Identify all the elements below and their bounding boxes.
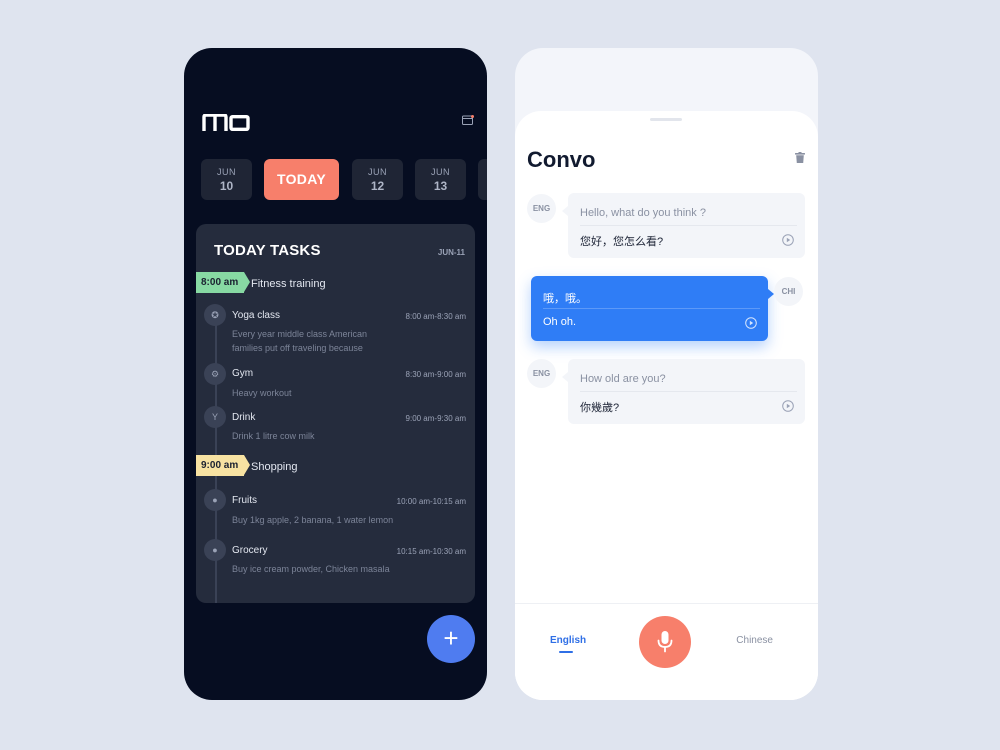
time-tag-8am: 8:00 am [196,272,251,293]
task-time: 10:00 am-10:15 am [396,497,466,506]
group-title-shopping: Shopping [251,461,298,473]
add-task-button[interactable]: + [427,615,475,663]
date-chip-jun-10[interactable]: JUN 10 [201,159,252,200]
message-translation-text: Oh oh. [543,316,577,328]
play-audio-icon[interactable] [782,400,794,412]
message-translation-text: 您好，您怎么看? [580,236,664,248]
message-bubble-incoming[interactable]: 哦，哦。 Oh oh. [531,276,774,341]
task-name[interactable]: Fruits [232,495,257,506]
date-selector: JUN 10 TODAY JUN 12 JUN 13 [201,159,487,201]
mo-logo [202,114,250,132]
task-desc: Heavy workout [232,388,292,398]
today-tasks-card: TODAY TASKS JUN-11 8:00 am Fitness train… [196,224,475,603]
task-time: 10:15 am-10:30 am [396,547,466,556]
message-bubble[interactable]: How old are you? 你幾歲? [562,359,805,424]
tab-english[interactable]: English [550,635,586,646]
yoga-icon: ✪ [204,304,226,326]
lang-badge-eng: ENG [527,359,556,388]
calendar-icon[interactable] [462,115,474,125]
date-month: JUN [431,167,450,177]
tab-chinese[interactable]: Chinese [736,635,773,646]
active-tab-indicator [559,651,573,653]
message-source-text: Hello, what do you think ? [580,207,706,219]
microphone-button[interactable] [639,616,691,668]
date-day: 10 [219,179,234,193]
play-audio-icon[interactable] [745,317,757,329]
tasks-date: JUN-11 [437,248,465,257]
task-desc: Drink 1 litre cow milk [232,431,315,441]
lang-badge-eng: ENG [527,194,556,223]
task-time: 9:00 am-9:30 am [405,414,466,423]
task-time: 8:00 am-8:30 am [405,312,466,321]
date-day: 13 [433,179,448,193]
message-divider [580,225,797,226]
today-label: TODAY [277,171,326,187]
language-bar: English Chinese [515,603,818,700]
task-app-screen: JUN 10 TODAY JUN 12 JUN 13 TODAY TASKS J… [184,48,487,700]
tasks-title: TODAY TASKS [214,242,321,259]
sheet-grab-handle[interactable] [650,118,682,121]
date-chip-jun-13[interactable]: JUN 13 [415,159,466,200]
fruit-icon: ● [204,489,226,511]
drink-icon: Y [204,406,226,428]
group-title-fitness: Fitness training [251,278,326,290]
translator-app-screen: Convo ENG Hello, what do you think ? 您好，… [515,48,818,700]
message-bubble[interactable]: Hello, what do you think ? 您好，您怎么看? [562,193,805,258]
task-name[interactable]: Drink [232,412,255,423]
message-translation-text: 你幾歲? [580,402,620,414]
time-tag-9am: 9:00 am [196,455,251,476]
microphone-icon [657,631,673,653]
gym-icon: ⚙ [204,363,226,385]
page-title: Convo [527,147,596,172]
task-name[interactable]: Yoga class [232,310,280,321]
task-name[interactable]: Gym [232,368,253,379]
date-chip-jun-12[interactable]: JUN 12 [352,159,403,200]
trash-icon[interactable] [795,152,805,163]
grocery-icon: ● [204,539,226,561]
play-audio-icon[interactable] [782,234,794,246]
date-month: JUN [368,167,387,177]
date-chip-next[interactable] [478,159,487,200]
message-divider [543,308,760,309]
lang-badge-chi: CHI [774,277,803,306]
task-desc: Every year middle class American familie… [232,329,368,353]
task-desc: Buy ice cream powder, Chicken masala [232,564,390,574]
date-chip-today[interactable]: TODAY [264,159,339,200]
message-source-text: How old are you? [580,373,666,385]
task-name[interactable]: Grocery [232,545,268,556]
task-desc: Buy 1kg apple, 2 banana, 1 water lemon [232,515,394,525]
date-month: JUN [217,167,236,177]
message-source-text: 哦，哦。 [543,293,587,305]
date-day: 12 [370,179,385,193]
task-time: 8:30 am-9:00 am [405,370,466,379]
message-divider [580,391,797,392]
